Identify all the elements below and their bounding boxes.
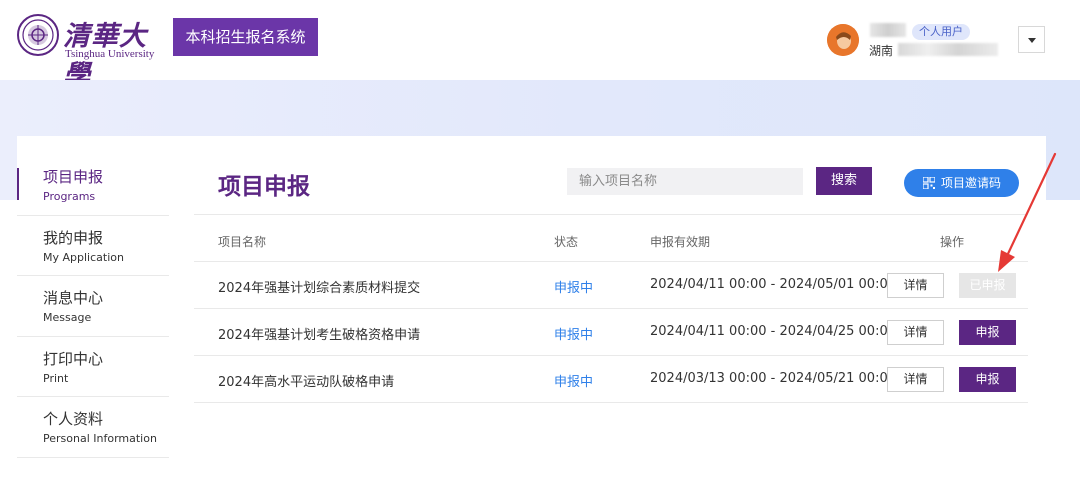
sidebar-item-sublabel: Message [43,311,92,324]
project-period: 2024/04/11 00:00 - 2024/05/01 00:00 [650,277,897,292]
university-seal-icon [17,14,59,56]
detail-button[interactable]: 详情 [887,320,944,345]
sidebar-item-label: 打印中心 [43,349,104,368]
sidebar-item-label: 我的申报 [43,228,104,247]
sidebar-item-message[interactable]: 消息中心 Message [17,276,169,337]
apply-button[interactable]: 申报 [959,367,1016,392]
user-type-badge: 个人用户 [912,24,970,40]
sidebar-nav: 项目申报 Programs 我的申报 My Application 消息中心 M… [17,155,169,458]
system-title-button[interactable]: 本科招生报名系统 [173,18,318,56]
sidebar-item-print[interactable]: 打印中心 Print [17,337,169,397]
annotation-arrow-icon [998,152,1057,272]
project-period: 2024/04/11 00:00 - 2024/04/25 00:00 [650,324,897,339]
search-button[interactable]: 搜索 [816,167,872,195]
user-avatar-icon [827,24,859,56]
table-row: 2024年强基计划考生破格资格申请 申报中 2024/04/11 00:00 -… [194,309,1028,356]
sidebar-item-personal-information[interactable]: 个人资料 Personal Information [17,397,169,458]
user-menu-dropdown-button[interactable] [1018,26,1045,53]
page-title: 项目申报 [218,174,310,200]
column-header-period: 申报有效期 [650,235,711,249]
table-header: 项目名称 状态 申报有效期 操作 [194,215,1028,262]
applied-button-disabled: 已申报 [959,273,1016,298]
project-name: 2024年高水平运动队破格申请 [218,375,395,390]
table-row: 2024年高水平运动队破格申请 申报中 2024/03/13 00:00 - 2… [194,356,1028,403]
project-status: 申报中 [554,281,594,296]
project-name: 2024年强基计划考生破格资格申请 [218,328,421,343]
user-region-redacted [898,43,998,56]
project-name: 2024年强基计划综合素质材料提交 [218,281,421,296]
sidebar-item-programs[interactable]: 项目申报 Programs [17,155,169,216]
user-avatar[interactable] [827,24,859,56]
sidebar-item-sublabel: Personal Information [43,432,157,445]
detail-button[interactable]: 详情 [887,273,944,298]
sidebar-item-my-application[interactable]: 我的申报 My Application [17,216,169,276]
qr-code-icon [923,177,935,189]
table-row: 2024年强基计划综合素质材料提交 申报中 2024/04/11 00:00 -… [194,262,1028,309]
caret-down-icon [1028,38,1036,43]
user-region-text: 湖南 [869,44,894,58]
logo-english-text: Tsinghua University [65,48,155,60]
sidebar-item-sublabel: My Application [43,250,124,264]
column-header-name: 项目名称 [218,235,267,249]
user-name-redacted [870,23,906,37]
sidebar-item-label: 消息中心 [43,289,104,307]
column-header-status: 状态 [554,235,579,249]
project-period: 2024/03/13 00:00 - 2024/05/21 00:00 [650,371,897,386]
column-header-actions: 操作 [940,235,965,249]
sidebar-item-label: 个人资料 [43,410,104,428]
project-status: 申报中 [554,375,594,390]
project-search-input[interactable] [567,168,803,195]
detail-button[interactable]: 详情 [887,367,944,392]
sidebar-item-sublabel: Programs [43,190,96,203]
tsinghua-logo[interactable]: 清華大學 Tsinghua University [17,14,162,91]
apply-button[interactable]: 申报 [959,320,1016,345]
sidebar-item-sublabel: Print [43,371,69,385]
top-header: 清華大學 Tsinghua University 本科招生报名系统 个人用户 湖… [0,0,1080,91]
sidebar-item-label: 项目申报 [43,168,104,186]
project-status: 申报中 [554,328,594,343]
